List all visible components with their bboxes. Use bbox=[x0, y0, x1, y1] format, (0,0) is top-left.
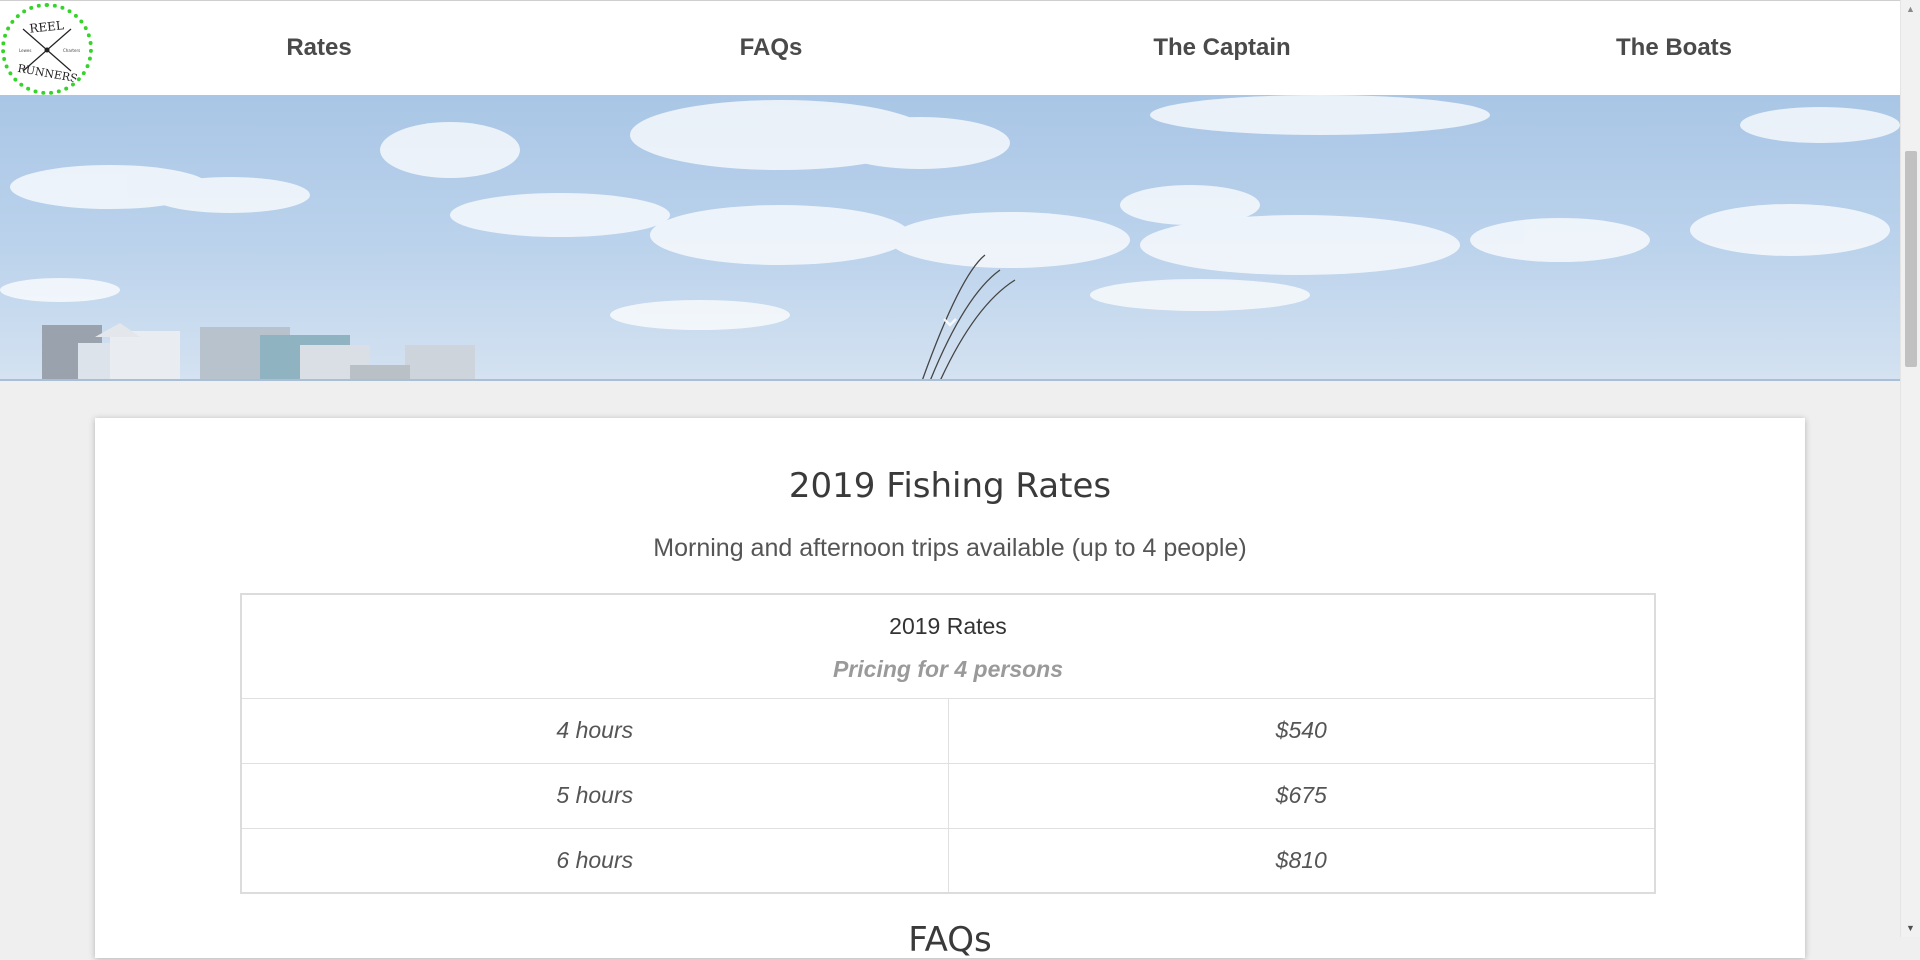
svg-text:Charters: Charters bbox=[63, 48, 80, 53]
rates-table-note-row: Pricing for 4 persons bbox=[240, 648, 1656, 699]
scroll-up-arrow-icon[interactable]: ▲ bbox=[1901, 2, 1920, 16]
svg-text:REEL: REEL bbox=[29, 18, 65, 36]
logo-graphic: REEL Lewes Charters RUNNERS bbox=[17, 18, 81, 85]
rates-subtitle: Morning and afternoon trips available (u… bbox=[653, 534, 1247, 562]
svg-text:RUNNERS: RUNNERS bbox=[17, 62, 79, 85]
hero-sky-illustration bbox=[0, 95, 1900, 379]
fishing-rods bbox=[922, 254, 1016, 379]
rates-card: 2019 Fishing Rates Morning and afternoon… bbox=[95, 418, 1805, 960]
city-skyline bbox=[42, 323, 475, 379]
duration-cell: 4 hours bbox=[240, 697, 949, 764]
scroll-down-arrow-icon[interactable]: ▼ bbox=[1901, 921, 1920, 935]
reel-runners-logo[interactable]: REEL Lewes Charters RUNNERS bbox=[1, 3, 93, 95]
faq-section-title: FAQs bbox=[908, 920, 992, 960]
rates-table-title: 2019 Rates bbox=[240, 593, 1656, 648]
rates-table: 2019 Rates Pricing for 4 persons 4 hours… bbox=[240, 593, 1656, 894]
rates-title: 2019 Fishing Rates bbox=[788, 466, 1112, 506]
table-row: 5 hours $675 bbox=[240, 762, 1656, 829]
nav-item-faqs[interactable]: FAQs bbox=[740, 34, 803, 62]
top-navigation-bar: REEL Lewes Charters RUNNERS Rates FAQs T… bbox=[0, 0, 1900, 95]
table-row: 4 hours $540 bbox=[240, 697, 1656, 764]
rates-table-note: Pricing for 4 persons bbox=[240, 648, 1656, 699]
nav-item-the-boats[interactable]: The Boats bbox=[1616, 34, 1732, 62]
price-cell: $540 bbox=[947, 697, 1656, 764]
nav-item-rates[interactable]: Rates bbox=[286, 34, 351, 62]
table-row: 6 hours $810 bbox=[240, 827, 1656, 894]
hero-banner-image bbox=[0, 95, 1900, 381]
duration-cell: 5 hours bbox=[240, 762, 949, 829]
chevron-down-icon[interactable] bbox=[939, 311, 961, 333]
price-cell: $810 bbox=[947, 827, 1656, 894]
duration-cell: 6 hours bbox=[240, 827, 949, 894]
rates-table-title-row: 2019 Rates bbox=[240, 593, 1656, 648]
svg-text:Lewes: Lewes bbox=[19, 48, 31, 53]
price-cell: $675 bbox=[947, 762, 1656, 829]
nav-item-the-captain[interactable]: The Captain bbox=[1153, 34, 1290, 62]
scrollbar-thumb[interactable] bbox=[1905, 151, 1917, 367]
page-scrollbar[interactable]: ▲ ▼ bbox=[1900, 0, 1920, 937]
